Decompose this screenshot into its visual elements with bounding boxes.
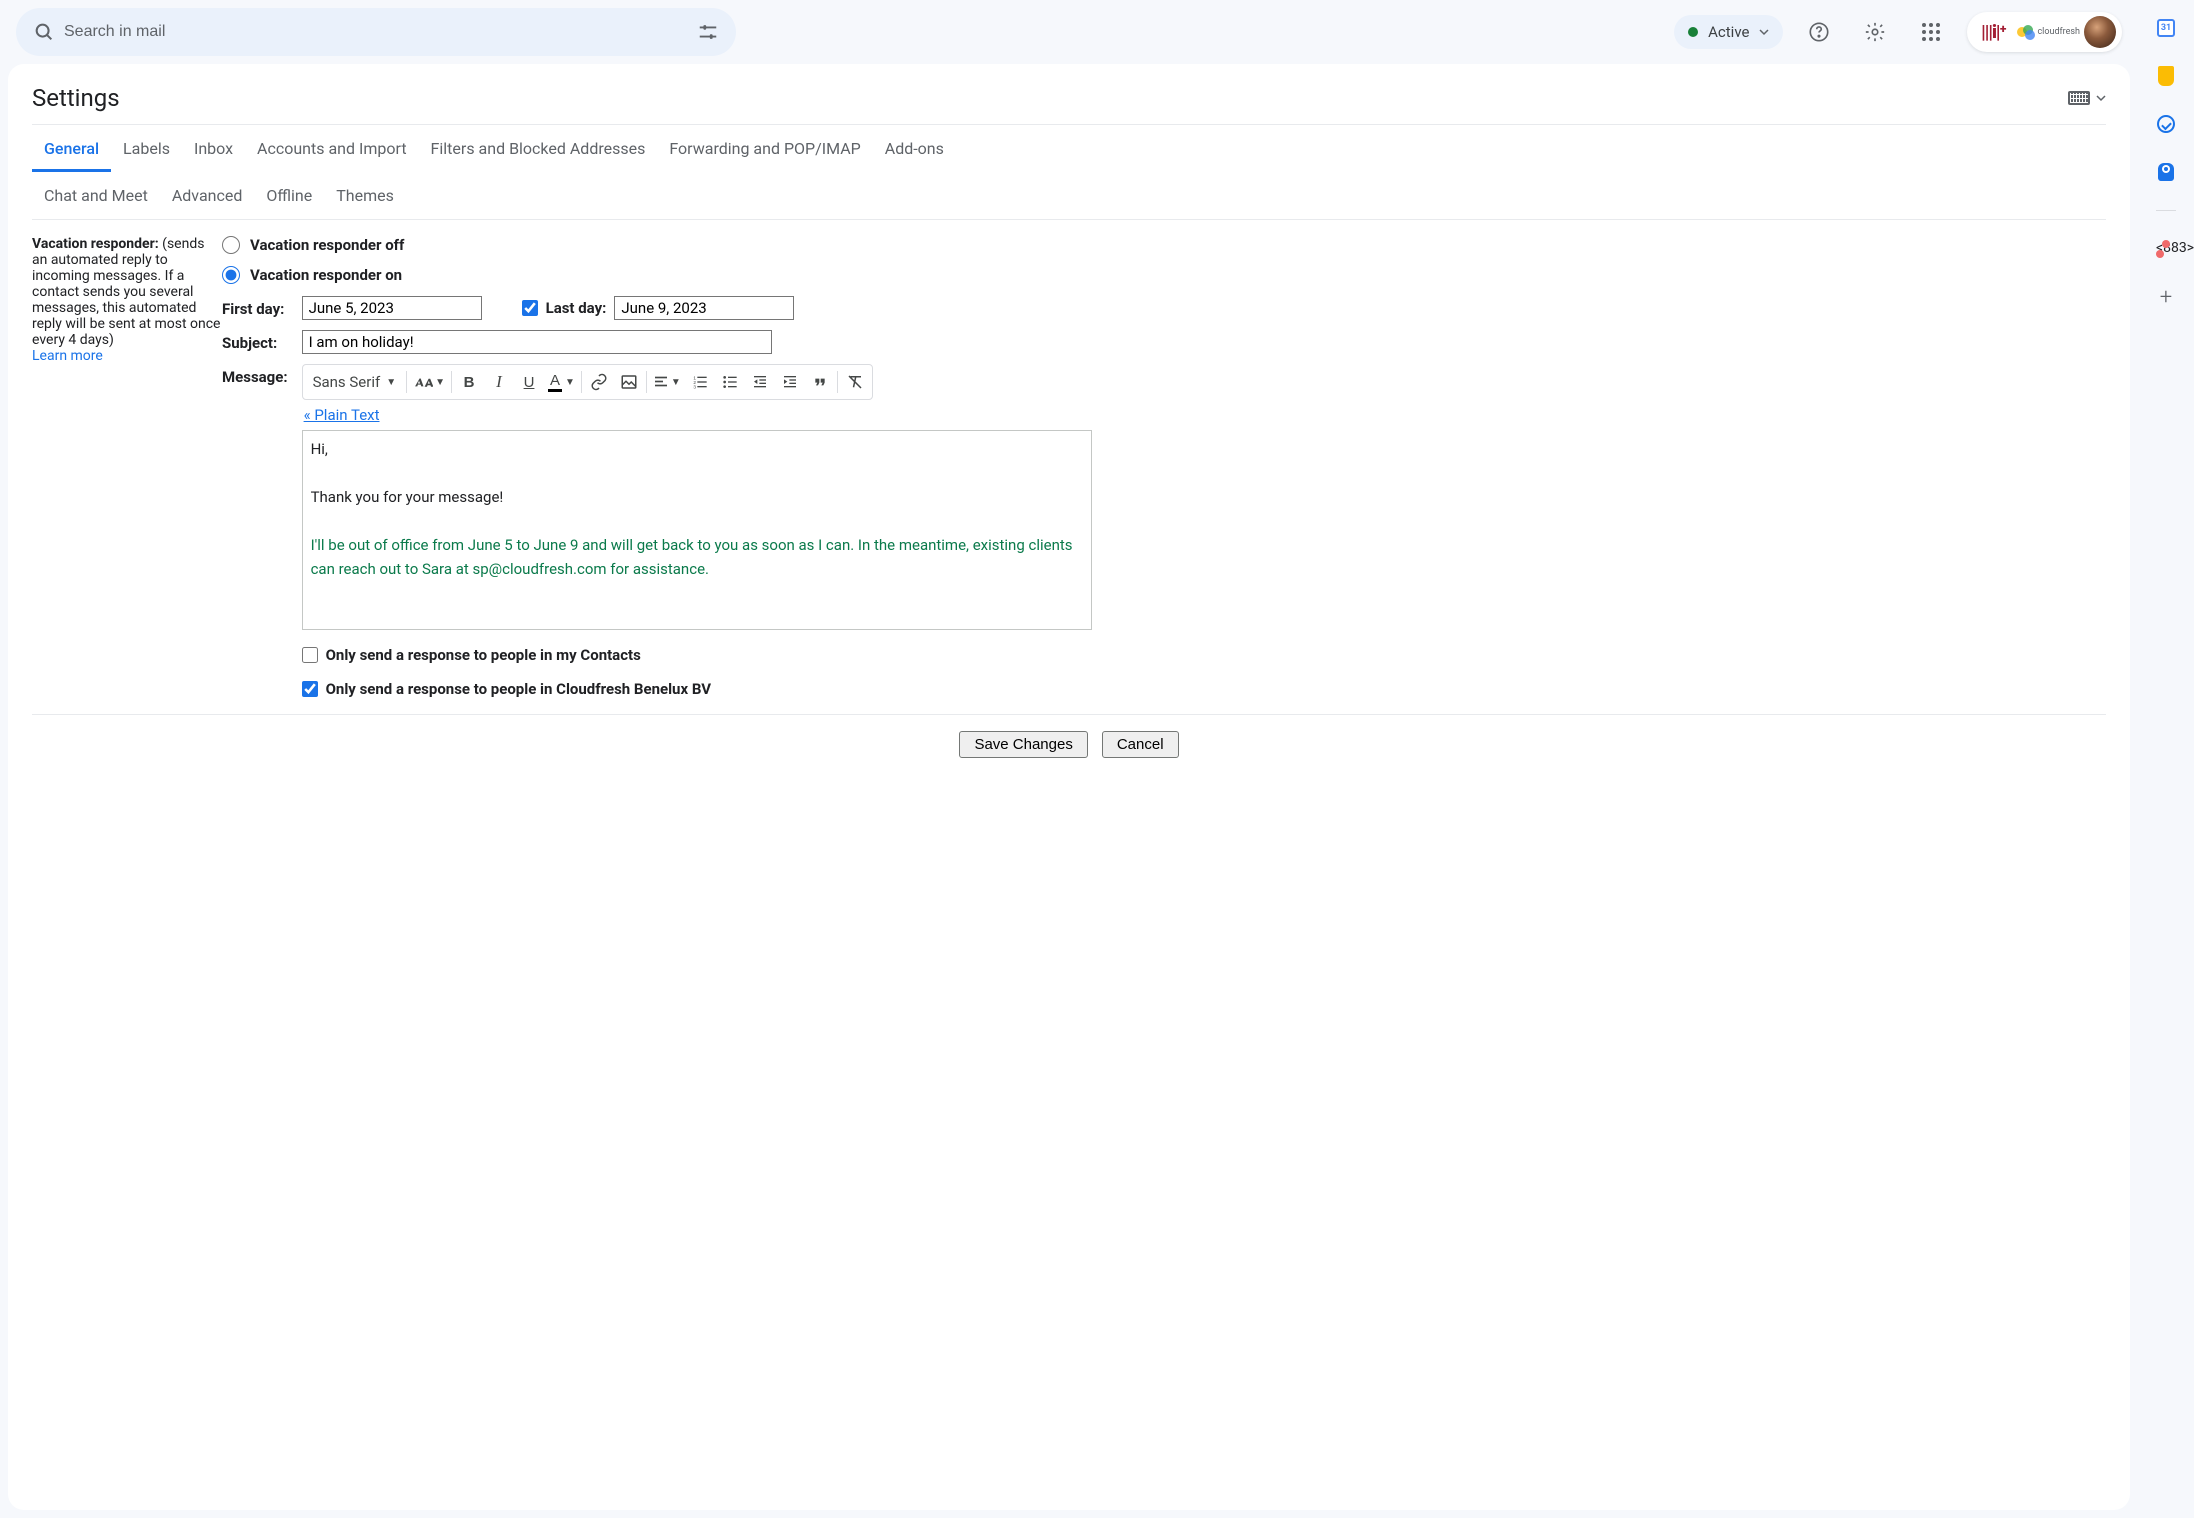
italic-button[interactable]: I [484,367,514,397]
side-divider [2156,210,2176,211]
first-day-input[interactable] [302,296,482,320]
remove-formatting-button[interactable] [840,367,870,397]
keyboard-icon [2068,91,2090,105]
section-description: (sends an automated reply to incoming me… [32,236,220,348]
font-family-select[interactable]: Sans Serif ▼ [305,373,405,391]
vacation-off-radio[interactable] [222,236,240,254]
chevron-down-icon: ▼ [435,377,445,388]
last-day-label: Last day: [546,299,607,317]
indent-less-button[interactable] [745,367,775,397]
apps-grid-icon[interactable] [1911,12,1951,52]
search-bar [16,8,736,56]
tab-forwarding-and-pop-imap[interactable]: Forwarding and POP/IMAP [657,125,872,172]
tab-filters-and-blocked-addresses[interactable]: Filters and Blocked Addresses [419,125,658,172]
font-size-button[interactable]: ▼ [409,367,449,397]
chevron-down-icon [1759,27,1769,37]
indent-more-button[interactable] [775,367,805,397]
page-title: Settings [32,84,120,112]
svg-text:3: 3 [693,385,696,390]
section-title: Vacation responder: [32,236,159,252]
learn-more-link[interactable]: Learn more [32,348,103,364]
search-input[interactable] [64,23,688,41]
tab-add-ons[interactable]: Add-ons [873,125,956,172]
tab-offline[interactable]: Offline [254,172,324,219]
search-icon[interactable] [24,12,64,52]
image-button[interactable] [614,367,644,397]
last-day-input[interactable] [614,296,794,320]
settings-panel: Settings GeneralLabelsInboxAccounts and … [8,64,2130,1510]
search-options-icon[interactable] [688,12,728,52]
vacation-responder-section: Vacation responder: (sends an automated … [32,220,2106,715]
org-logo-icon: |||i|⁺ [1973,17,2013,47]
domain-only-checkbox[interactable] [302,681,318,697]
contacts-only-label[interactable]: Only send a response to people in my Con… [326,646,641,664]
vacation-on-label[interactable]: Vacation responder on [250,266,402,284]
editor-line: Thank you for your message! [311,485,1083,509]
input-tools-button[interactable] [2068,91,2106,105]
editor-line: I'll be out of office from June 5 to Jun… [311,533,1083,581]
message-label: Message: [222,364,288,386]
account-switcher[interactable]: |||i|⁺ cloudfresh [1967,12,2122,52]
first-day-label: First day: [222,296,288,318]
align-button[interactable]: ▼ [649,367,685,397]
message-editor[interactable]: Hi, Thank you for your message! I'll be … [302,430,1092,630]
app-header: Active |||i|⁺ cloudfresh [0,0,2138,64]
add-addon-button[interactable]: + [2156,287,2176,307]
form-actions: Save Changes Cancel [32,715,2106,774]
vacation-on-radio[interactable] [222,266,240,284]
tab-advanced[interactable]: Advanced [160,172,255,219]
status-pill[interactable]: Active [1674,15,1783,49]
settings-gear-icon[interactable] [1855,12,1895,52]
side-panel: <883> + [2138,0,2194,1518]
plus-icon: + [2160,285,2172,310]
cancel-button[interactable]: Cancel [1102,731,1179,758]
subject-input[interactable] [302,330,772,354]
save-button[interactable]: Save Changes [959,731,1087,758]
status-label: Active [1708,23,1749,41]
help-icon[interactable] [1799,12,1839,52]
chevron-down-icon: ▼ [565,377,575,388]
tab-accounts-and-import[interactable]: Accounts and Import [245,125,419,172]
contacts-only-checkbox[interactable] [302,647,318,663]
keep-app-icon[interactable] [2156,66,2176,86]
bold-button[interactable]: B [454,367,484,397]
asana-app-icon[interactable]: <883> [2156,239,2176,259]
contacts-app-icon[interactable] [2156,162,2176,182]
editor-toolbar: Sans Serif ▼ ▼ B I [302,364,873,400]
tasks-app-icon[interactable] [2156,114,2176,134]
vacation-off-label[interactable]: Vacation responder off [250,236,404,254]
calendar-app-icon[interactable] [2156,18,2176,38]
chevron-down-icon: ▼ [386,377,396,388]
plain-text-link[interactable]: « Plain Text [302,400,382,430]
chevron-down-icon [2096,93,2106,103]
status-dot-icon [1688,27,1698,37]
cloudfresh-logo: cloudfresh [2017,25,2080,39]
tab-general[interactable]: General [32,125,111,172]
numbered-list-button[interactable]: 123 [685,367,715,397]
last-day-checkbox[interactable] [522,300,538,316]
domain-only-label[interactable]: Only send a response to people in Cloudf… [326,680,711,698]
text-color-button[interactable]: A ▼ [544,367,579,397]
subject-label: Subject: [222,330,288,352]
tab-labels[interactable]: Labels [111,125,182,172]
tab-chat-and-meet[interactable]: Chat and Meet [32,172,160,219]
chevron-down-icon: ▼ [671,377,681,388]
link-button[interactable] [584,367,614,397]
tab-inbox[interactable]: Inbox [182,125,245,172]
quote-button[interactable] [805,367,835,397]
bullet-list-button[interactable] [715,367,745,397]
editor-line: Hi, [311,437,1083,461]
settings-tabs: GeneralLabelsInboxAccounts and ImportFil… [32,124,2106,220]
avatar[interactable] [2084,16,2116,48]
tab-themes[interactable]: Themes [324,172,406,219]
underline-button[interactable]: U [514,367,544,397]
